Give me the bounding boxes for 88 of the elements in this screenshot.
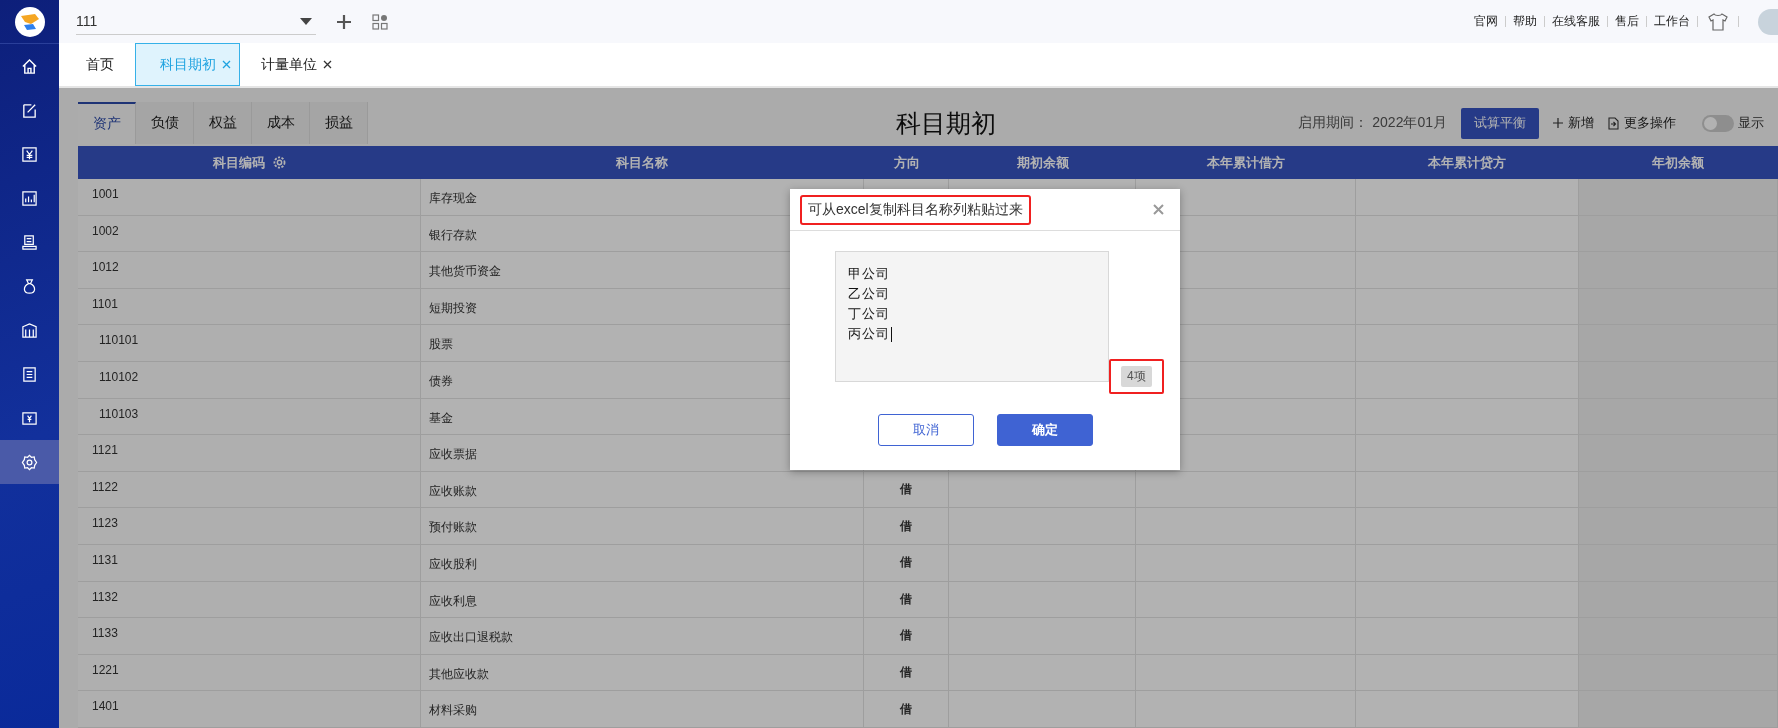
text-line: 丙公司 (848, 325, 890, 343)
table-cell: 预付账款 (421, 508, 864, 545)
table-cell: 110101 (78, 325, 422, 362)
yen-card-icon (21, 409, 38, 427)
caret-icon (300, 17, 312, 25)
building-icon (21, 321, 38, 339)
toggle-label: 显示 (1738, 114, 1762, 132)
table-cell: 1012 (78, 252, 421, 289)
close-icon[interactable] (323, 60, 332, 69)
table-cell: 其他应收款 (421, 654, 864, 692)
settings-icon[interactable] (273, 156, 286, 169)
sidebar-item[interactable] (0, 440, 59, 484)
table-cell: 1132 (78, 581, 421, 619)
period-label: 启用期间： (1298, 114, 1369, 132)
confirm-button[interactable]: 确定 (996, 414, 1093, 446)
table-cell: 1133 (78, 618, 421, 655)
dialog-title: 可从excel复制科目名称列粘贴过来 (800, 194, 1031, 225)
table-cell: 应收账款 (421, 471, 864, 509)
table-cell: 应收出口退税款 (421, 618, 864, 655)
plus-icon (1553, 118, 1563, 128)
export-icon (1608, 116, 1619, 130)
table-cell: 1121 (78, 435, 421, 472)
category-tab[interactable]: 权益 (194, 102, 252, 144)
category-tab[interactable]: 成本 (252, 102, 310, 144)
column-header: 本年累计贷方 (1427, 153, 1508, 172)
top-link[interactable]: 在线客服 (1552, 13, 1600, 30)
chart-icon (21, 189, 38, 207)
column-header: 方向 (892, 153, 921, 172)
category-tab[interactable]: 负债 (136, 102, 194, 144)
column-header: 期初余额 (1015, 153, 1070, 172)
yen-icon (21, 145, 38, 163)
table-cell: 应收利息 (421, 581, 864, 619)
money-bag-icon (21, 277, 38, 295)
more-actions-button[interactable]: 更多操作 (1608, 114, 1676, 132)
tab[interactable]: 计量单位 (240, 43, 353, 86)
column-header: 科目名称 (615, 153, 670, 172)
table-cell[interactable] (949, 471, 1136, 509)
table-cell: 110102 (78, 361, 422, 399)
table-cell[interactable] (1356, 179, 1579, 216)
table-cell: 110103 (78, 398, 422, 436)
toggle-switch[interactable] (1702, 114, 1734, 132)
plus-icon[interactable] (336, 13, 352, 30)
table-cell: 借 (863, 654, 950, 692)
table-cell: 借 (863, 544, 950, 582)
table-cell: 应收股利 (421, 544, 864, 582)
top-link[interactable]: 工作台 (1654, 13, 1690, 30)
table-cell: 借 (863, 508, 950, 545)
table-cell: 1401 (78, 691, 421, 728)
table-cell: 材料采购 (421, 691, 864, 728)
page-title: 科目期初 (896, 107, 996, 139)
column-header: 本年累计借方 (1206, 153, 1287, 172)
category-tab[interactable]: 资产 (78, 102, 136, 144)
trial-balance-button[interactable]: 试算平衡 (1461, 107, 1539, 139)
table-cell: 1122 (78, 471, 421, 509)
table-cell: 借 (863, 691, 950, 728)
table-cell: 1001 (78, 179, 421, 216)
table-cell: 1101 (78, 288, 421, 326)
column-header: 科目编码 (78, 146, 421, 179)
add-button[interactable]: 新增 (1553, 114, 1594, 132)
top-link[interactable]: 帮助 (1513, 13, 1537, 30)
table-cell: 1131 (78, 544, 421, 582)
period-value: 2022年01月 (1372, 114, 1447, 132)
top-link[interactable]: 官网 (1474, 13, 1498, 30)
names-text-area[interactable]: 甲公司 乙公司 丁公司 丙公司 (835, 251, 1109, 382)
document-icon (21, 365, 38, 383)
table-cell: 借 (863, 581, 950, 619)
category-tab[interactable]: 损益 (310, 102, 368, 144)
avatar[interactable] (1758, 8, 1778, 35)
home-icon (21, 57, 38, 75)
company-select[interactable]: 111 (76, 8, 316, 35)
grid-icon[interactable] (372, 13, 388, 30)
cancel-button[interactable]: 取消 (877, 414, 974, 446)
tab[interactable]: 首页 (65, 43, 135, 86)
column-header: 年初余额 (1651, 153, 1706, 172)
table-cell: 借 (863, 471, 950, 509)
table-cell: 1221 (78, 654, 421, 692)
logo-icon (14, 6, 45, 37)
edit-icon (21, 101, 38, 119)
shirt-icon[interactable] (1708, 12, 1728, 31)
text-cursor (891, 326, 892, 342)
book-icon (21, 233, 38, 251)
table-cell: 借 (863, 618, 950, 655)
table-cell[interactable] (1135, 471, 1357, 509)
table-cell: 1002 (78, 215, 421, 253)
item-count: 4项 (1121, 366, 1152, 387)
top-link[interactable]: 售后 (1615, 13, 1639, 30)
table-cell: 1123 (78, 508, 421, 545)
settings-icon (21, 453, 38, 471)
